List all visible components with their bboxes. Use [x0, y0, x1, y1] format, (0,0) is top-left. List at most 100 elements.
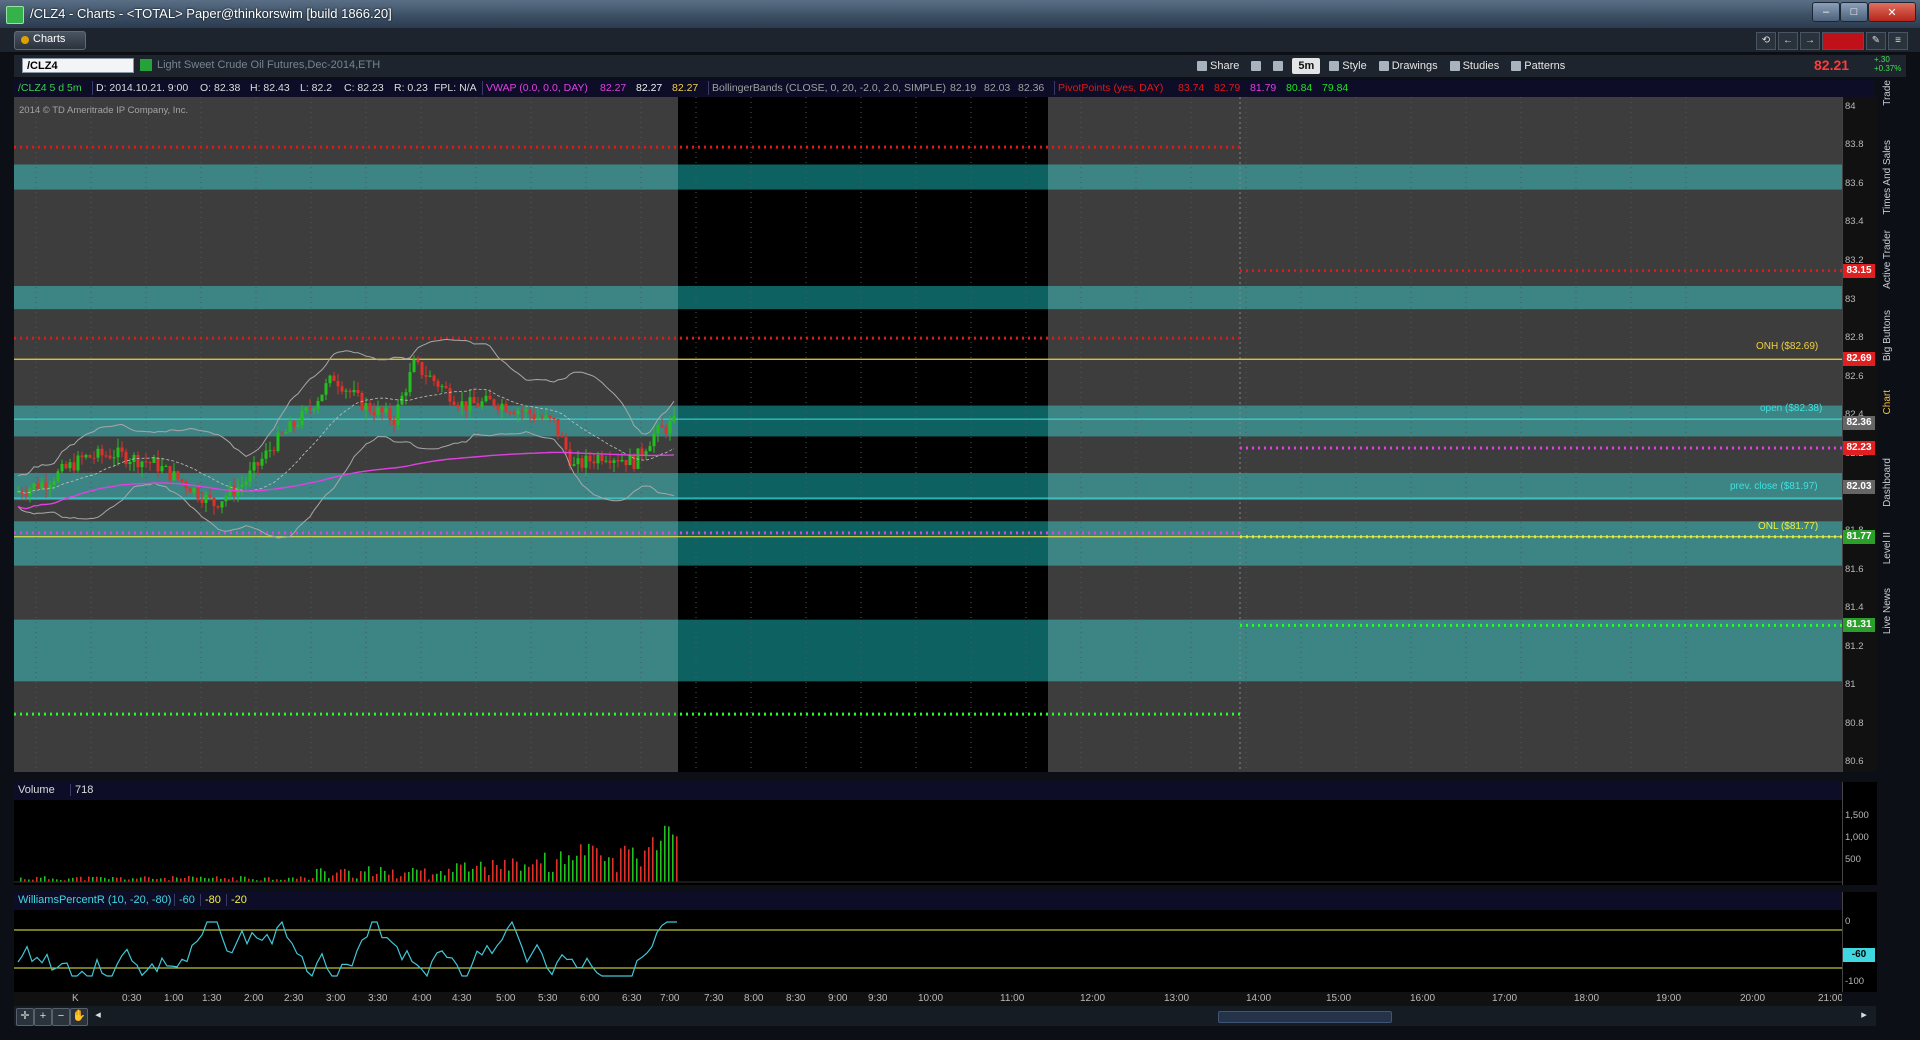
sidetab-level-ii[interactable]: Level II [1882, 532, 1893, 564]
bollinger-label[interactable]: BollingerBands (CLOSE, 0, 20, -2.0, 2.0,… [712, 82, 946, 94]
pan-icon[interactable]: ✛ [16, 1008, 34, 1026]
app-icon [6, 6, 24, 24]
candle-body [144, 461, 148, 463]
close-button[interactable]: ✕ [1868, 2, 1916, 22]
sidetab-chart[interactable]: Chart [1882, 390, 1893, 414]
volume-bar [564, 864, 566, 882]
undo-icon[interactable]: ⟲ [1756, 32, 1776, 50]
sidetab-active-trader[interactable]: Active Trader [1882, 230, 1893, 289]
candle-body [316, 401, 320, 409]
drawings-button[interactable]: Drawings [1376, 58, 1441, 74]
candle-body [72, 462, 76, 471]
volume-bar [500, 868, 502, 882]
zoom-in-icon[interactable]: + [34, 1008, 52, 1026]
sidetab-dashboard[interactable]: Dashboard [1882, 458, 1893, 507]
volume-axis: 1,500 1,000 500 [1842, 782, 1877, 885]
volume-bar [288, 877, 290, 882]
chart-bottom-bar: ✛ + − ✋ ◂ ▸ [14, 1006, 1876, 1026]
vwap-label[interactable]: VWAP (0.0, 0.0, DAY) [486, 82, 588, 94]
share-button[interactable]: Share [1194, 58, 1242, 74]
candle-body [444, 386, 448, 389]
volume-bar [528, 866, 530, 882]
wrench-icon [1273, 61, 1284, 71]
price-chart[interactable]: 2014 © TD Ameritrade IP Company, Inc. ON… [14, 97, 1842, 772]
patterns-button[interactable]: Patterns [1508, 58, 1568, 74]
time-scrollbar[interactable] [1218, 1011, 1392, 1023]
crosshair-button[interactable] [1248, 58, 1264, 74]
style-button[interactable]: Style [1326, 58, 1369, 74]
candle-body [516, 410, 520, 415]
charts-tab-icon [21, 36, 29, 44]
volume-bar [656, 850, 658, 882]
volume-bar [188, 876, 190, 882]
price-tick: 83.8 [1845, 139, 1864, 151]
aggregation-button[interactable]: 5m [1292, 58, 1321, 74]
bar-high: H: 82.43 [250, 82, 290, 94]
window-menu-icon[interactable]: ≡ [1888, 32, 1908, 50]
volume-bar [388, 874, 390, 882]
candle-body [656, 425, 660, 434]
volume-bar [628, 849, 630, 882]
studies-button[interactable]: Studies [1447, 58, 1503, 74]
sidetab-big-buttons[interactable]: Big Buttons [1882, 310, 1893, 361]
pivot-label[interactable]: PivotPoints (yes, DAY) [1058, 82, 1163, 94]
sidetab-times-and-sales[interactable]: Times And Sales [1882, 140, 1893, 215]
candle-body [280, 432, 284, 434]
volume-bar [600, 855, 602, 882]
symbol-link-icon[interactable] [140, 59, 152, 71]
volume-bar [100, 877, 102, 882]
volume-bar [456, 863, 458, 882]
sidetab-live-news[interactable]: Live News [1882, 588, 1893, 634]
forward-icon[interactable]: → [1800, 32, 1820, 50]
candle-body [32, 483, 36, 489]
price-tick: 83 [1845, 293, 1856, 305]
volume-bar [568, 855, 570, 882]
zoom-out-icon[interactable]: − [52, 1008, 70, 1026]
session-zone [678, 619, 1048, 682]
volume-bar [412, 867, 414, 882]
price-axis[interactable]: 8483.883.683.483.28382.882.682.482.28281… [1842, 97, 1877, 772]
volume-bar [648, 847, 650, 882]
volume-bar [368, 866, 370, 882]
candle-body [392, 419, 396, 425]
minimize-button[interactable]: – [1812, 2, 1840, 22]
hand-icon[interactable]: ✋ [70, 1008, 88, 1026]
bar-close: C: 82.23 [344, 82, 384, 94]
sidetab-trade[interactable]: Trade [1882, 80, 1893, 106]
settings-button[interactable] [1270, 58, 1286, 74]
color-swatch-icon[interactable] [1822, 32, 1864, 50]
volume-bar [496, 864, 498, 882]
scroll-right-icon[interactable]: ▸ [1856, 1008, 1872, 1024]
wpr-axis: 0 -60 -100 [1842, 892, 1877, 992]
candle-body [548, 415, 552, 418]
open-label: open ($82.38) [1760, 403, 1823, 414]
volume-bar [240, 876, 242, 882]
candle-body [208, 494, 212, 498]
candle-body [472, 397, 476, 404]
back-icon[interactable]: ← [1778, 32, 1798, 50]
williams-percent-r-chart[interactable]: WilliamsPercentR (10, -20, -80) -60 -80 … [14, 892, 1842, 992]
chart-info-bar: /CLZ4 5 d 5m D: 2014.10.21. 9:00 O: 82.3… [14, 80, 1874, 98]
candle-body [44, 482, 48, 489]
drawings-label: Drawings [1391, 60, 1438, 72]
pin-icon[interactable]: ✎ [1866, 32, 1886, 50]
maximize-button[interactable]: □ [1840, 2, 1868, 22]
volume-chart[interactable]: Volume 718 [14, 782, 1842, 885]
share-icon [1197, 61, 1207, 71]
vwap-lower: 82.27 [672, 82, 699, 94]
scroll-left-icon[interactable]: ◂ [90, 1008, 106, 1024]
candle-body [352, 389, 356, 393]
copyright: 2014 © TD Ameritrade IP Company, Inc. [19, 105, 189, 116]
symbol-input[interactable]: /CLZ4 [22, 58, 134, 73]
candle-body [452, 401, 456, 405]
volume-bar [36, 876, 38, 882]
volume-bar [172, 876, 174, 882]
candle-body [480, 401, 484, 407]
time-tick: 6:00 [580, 993, 600, 1004]
status-strip [0, 1026, 1920, 1040]
tab-charts[interactable]: Charts [14, 31, 86, 50]
wpr-tick-top: 0 [1845, 916, 1851, 927]
candle-body [200, 498, 204, 504]
time-tick: 9:00 [828, 993, 848, 1004]
time-tick: 8:00 [744, 993, 764, 1004]
